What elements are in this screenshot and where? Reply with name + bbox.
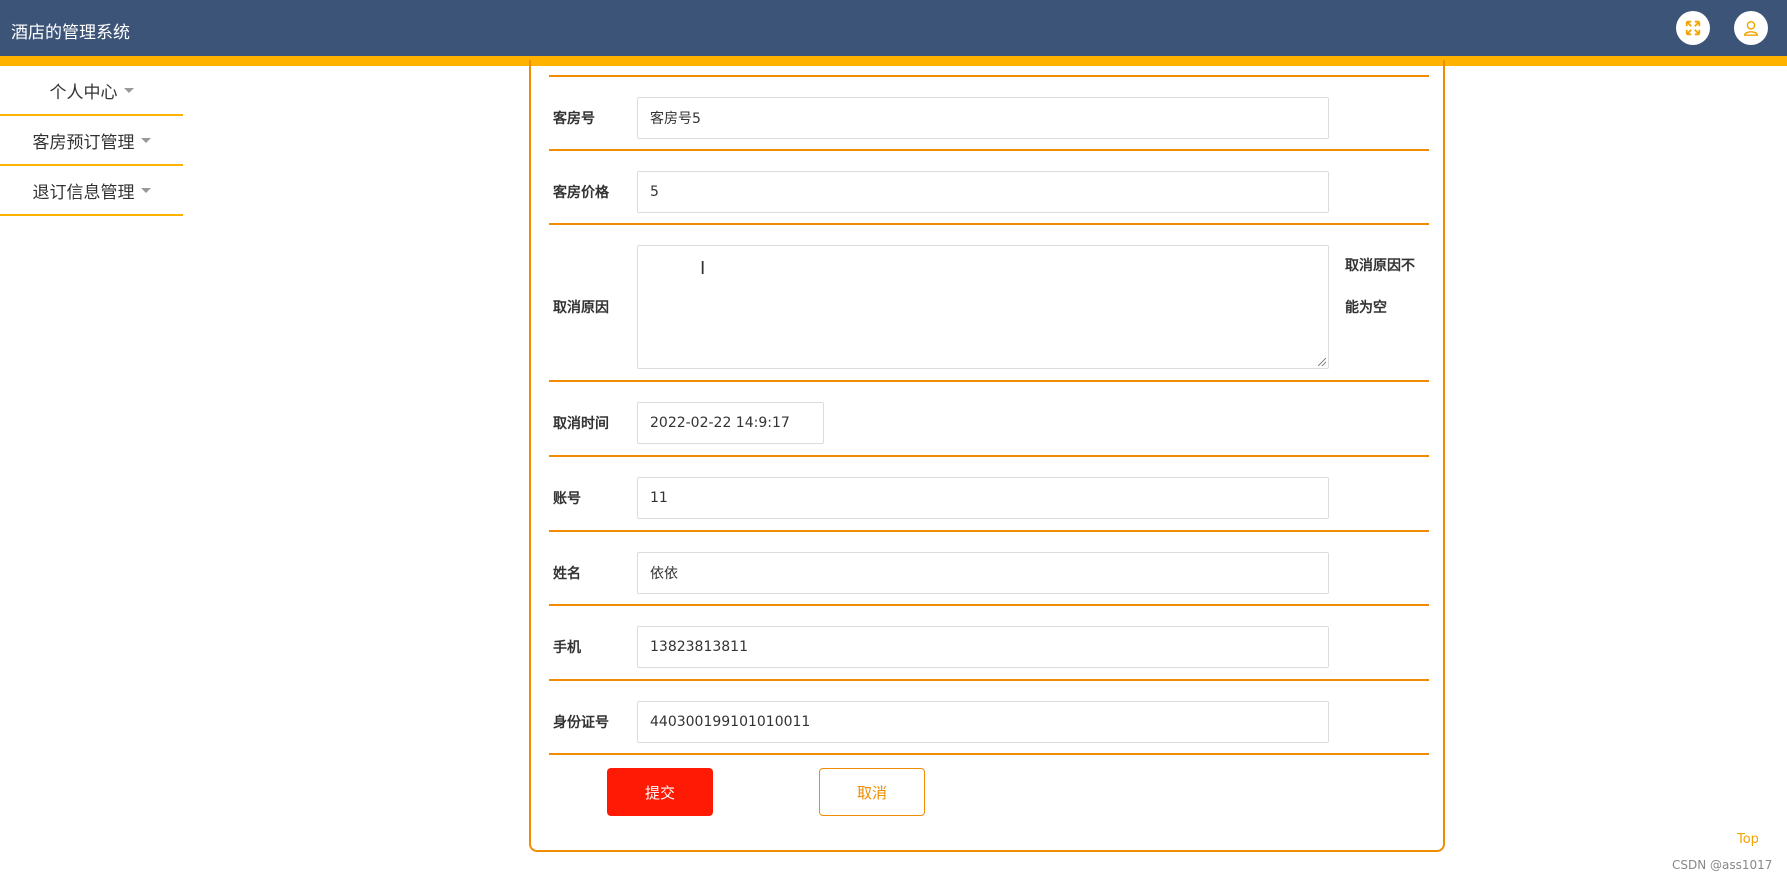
cancel-reason-textarea[interactable]: I — [637, 245, 1329, 369]
phone-label: 手机 — [553, 640, 581, 656]
caret-down-icon — [140, 187, 151, 193]
phone-field[interactable]: 13823813811 — [637, 626, 1329, 668]
sidebar-item-label: 客房预订管理 — [32, 132, 135, 153]
room-price-field[interactable]: 5 — [637, 171, 1329, 213]
room-no-field[interactable]: 客房号5 — [637, 97, 1329, 139]
form-separator — [549, 753, 1429, 755]
cancel-reason-error: 取消原因不 能为空 — [1345, 245, 1425, 329]
form-row-phone: 手机 13823813811 — [549, 604, 1429, 679]
account-field[interactable]: 11 — [637, 477, 1329, 519]
cancel-time-field[interactable]: 2022-02-22 14:9:17 — [637, 402, 824, 444]
error-text-line2: 能为空 — [1345, 300, 1387, 316]
room-no-label: 客房号 — [553, 111, 595, 127]
text-cursor-icon: I — [700, 258, 706, 279]
form-row-cancel-time: 取消时间 2022-02-22 14:9:17 — [549, 380, 1429, 455]
resize-handle-icon[interactable] — [1318, 358, 1326, 366]
form-row-cancel-reason: 取消原因 I 取消原因不 能为空 — [549, 223, 1429, 380]
name-label: 姓名 — [553, 566, 581, 582]
cancel-button[interactable]: 取消 — [819, 768, 925, 816]
caret-down-icon — [140, 137, 151, 143]
room-price-label: 客房价格 — [553, 185, 609, 201]
app-title: 酒店的管理系统 — [11, 23, 130, 43]
account-label: 账号 — [553, 491, 581, 507]
caret-down-icon — [123, 87, 134, 93]
sidebar: 个人中心 客房预订管理 退订信息管理 — [0, 66, 183, 216]
fullscreen-icon — [1685, 20, 1701, 36]
submit-button[interactable]: 提交 — [607, 768, 713, 816]
form-row-room-price: 客房价格 5 — [549, 149, 1429, 223]
cancellation-form: 客房号 客房号5 客房价格 5 取消原因 I 取消原因不 能为空 取消时间 20… — [529, 60, 1445, 852]
form-row-id-card: 身份证号 440300199101010011 — [549, 679, 1429, 753]
form-row-account: 账号 11 — [549, 455, 1429, 530]
cancel-reason-label: 取消原因 — [553, 300, 609, 316]
sidebar-item-room-booking[interactable]: 客房预订管理 — [0, 116, 183, 166]
sidebar-item-cancellation[interactable]: 退订信息管理 — [0, 166, 183, 216]
name-field[interactable]: 依依 — [637, 552, 1329, 594]
form-row-name: 姓名 依依 — [549, 530, 1429, 604]
id-card-field[interactable]: 440300199101010011 — [637, 701, 1329, 743]
top-header: 酒店的管理系统 — [0, 0, 1787, 56]
sidebar-item-personal-center[interactable]: 个人中心 — [0, 66, 183, 116]
sidebar-item-label: 退订信息管理 — [32, 182, 135, 203]
fullscreen-button[interactable] — [1676, 11, 1710, 45]
back-to-top-link[interactable]: Top — [1737, 832, 1759, 847]
user-icon — [1743, 20, 1759, 36]
error-text-line1: 取消原因不 — [1345, 258, 1415, 274]
id-card-label: 身份证号 — [553, 715, 609, 731]
user-menu-button[interactable] — [1734, 11, 1768, 45]
sidebar-item-label: 个人中心 — [49, 82, 118, 103]
form-row-room-no: 客房号 客房号5 — [549, 75, 1429, 149]
watermark: CSDN @ass1017 — [1672, 858, 1773, 872]
cancel-time-label: 取消时间 — [553, 416, 609, 432]
